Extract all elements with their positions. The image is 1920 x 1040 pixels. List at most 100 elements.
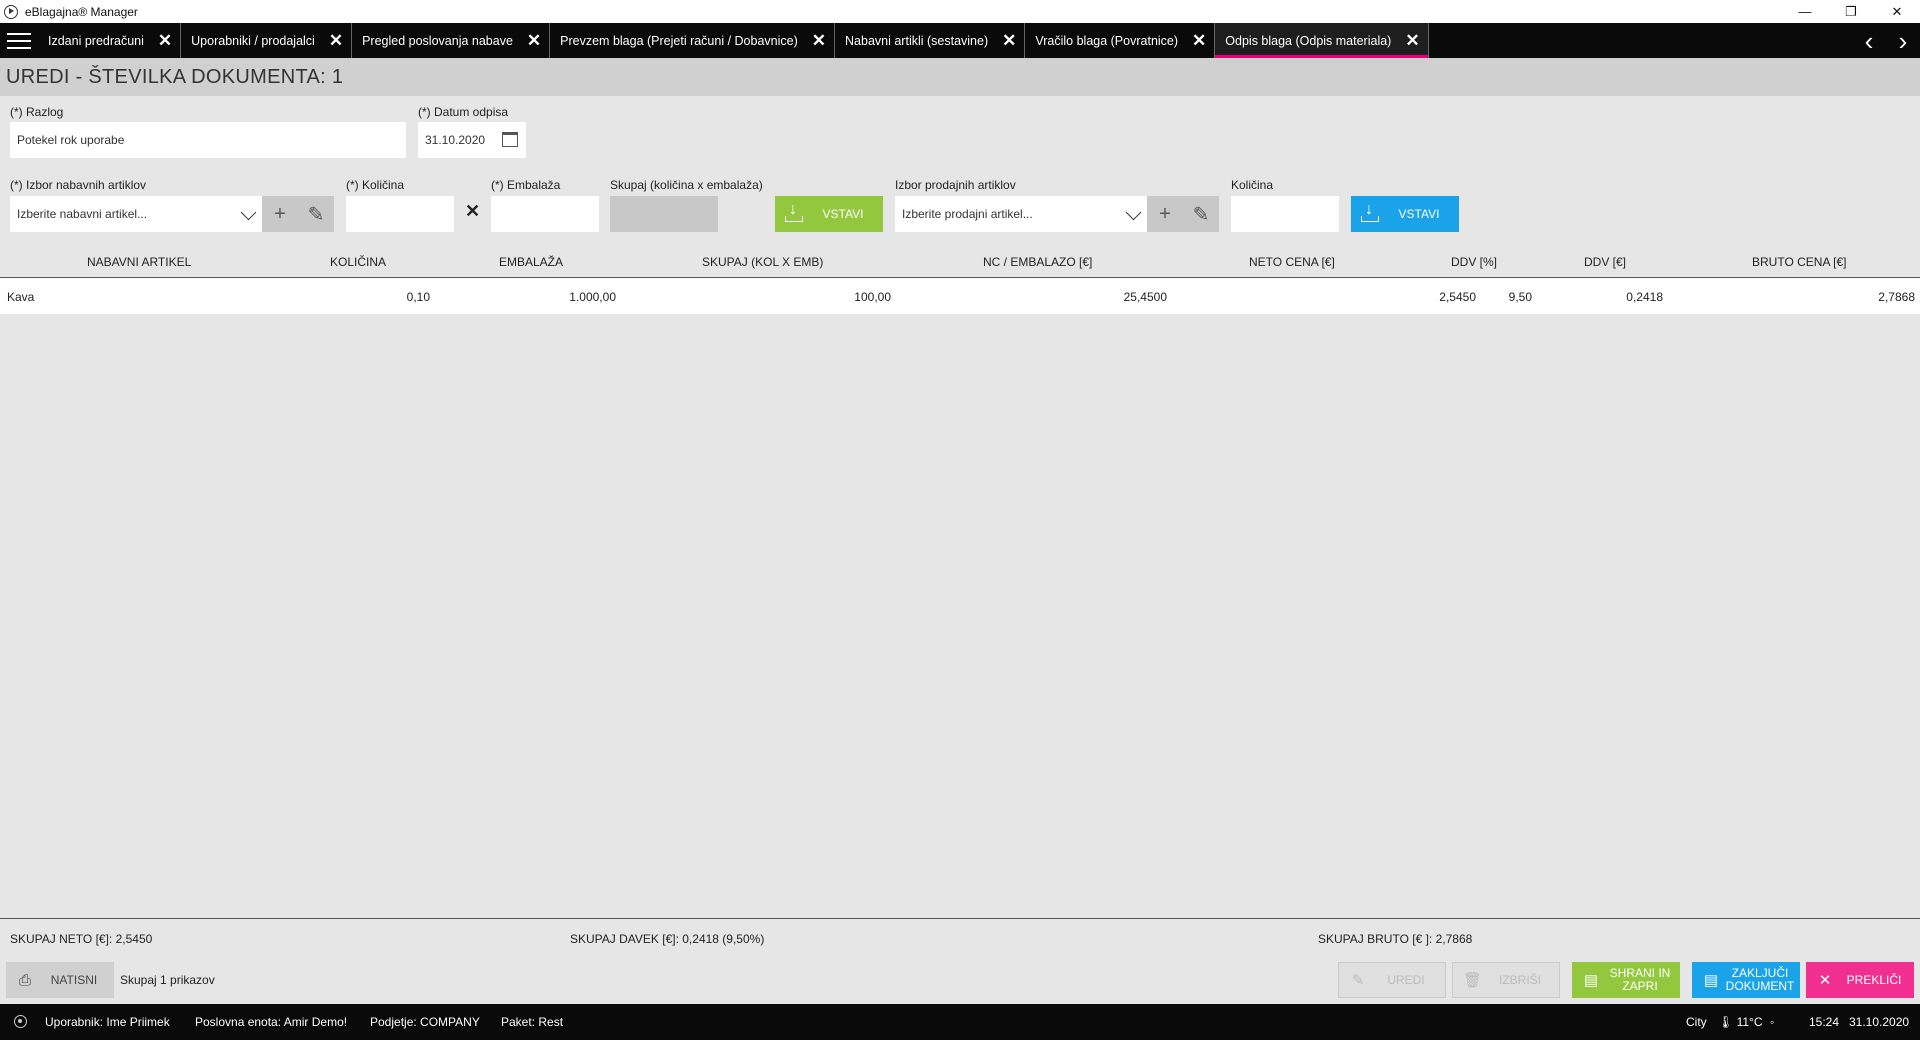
thermometer-icon: 🌡 11°C [1718, 1015, 1763, 1029]
action-bar: ⎙ NATISNI Skupaj 1 prikazov ✎ UREDI 🗑 IZ… [0, 960, 1920, 1002]
kolicina2-label: Količina [1231, 178, 1274, 192]
close-window-button[interactable]: ✕ [1874, 0, 1920, 23]
prodajni-label: Izbor prodajnih artiklov [895, 178, 1016, 192]
status-company: Podjetje: COMPANY [370, 1015, 480, 1029]
column-header[interactable]: NETO CENA [€] [1249, 255, 1335, 269]
close-icon[interactable]: ✕ [1002, 32, 1016, 49]
close-icon[interactable]: ✕ [812, 32, 826, 49]
cell-ddv: 0,2418 [1626, 290, 1663, 304]
shrani-in-zapri-button[interactable]: ▤ SHRANI IN ZAPRI [1572, 962, 1680, 998]
kolicina-input[interactable] [346, 196, 454, 232]
razlog-label: (*) Razlog [10, 105, 64, 119]
printer-icon: ⎙ [18, 971, 31, 989]
datum-input[interactable]: 31.10.2020 [418, 122, 526, 158]
cell-artikel: Kava [7, 290, 35, 304]
pencil-icon[interactable]: ✎ [298, 196, 334, 232]
column-header[interactable]: DDV [%] [1451, 255, 1497, 269]
cell-neto: 2,5450 [1439, 290, 1476, 304]
cell-embalaza: 1.000,00 [569, 290, 616, 304]
cell-bruto: 2,7868 [1878, 290, 1915, 304]
status-unit: Poslovna enota: Amir Demo! [195, 1015, 348, 1029]
natisni-button[interactable]: ⎙ NATISNI [6, 962, 114, 998]
cell-nc: 25,4500 [1123, 290, 1167, 304]
cell-ddv-pct: 9,50 [1508, 290, 1532, 304]
page-title: UREDI - ŠTEVILKA DOKUMENTA: 1 [6, 65, 344, 88]
close-icon[interactable]: ✕ [1405, 32, 1419, 49]
calendar-icon[interactable] [502, 132, 518, 147]
datum-label: (*) Datum odpisa [418, 105, 509, 119]
window-title: eBlagajna® Manager [25, 4, 138, 19]
close-icon[interactable]: ✕ [527, 32, 541, 49]
settings-icon[interactable] [14, 1015, 27, 1028]
razlog-input[interactable]: Potekel rok uporabe [10, 122, 406, 158]
cell-skupaj: 100,00 [854, 290, 891, 304]
window-title-bar: eBlagajna® Manager — ❐ ✕ [0, 0, 1920, 23]
summary-davek: SKUPAJ DAVEK [€]: 0,2418 (9,50%) [570, 932, 765, 946]
vstavi-prodajni-button[interactable]: VSTAVI [1351, 196, 1459, 232]
kolicina2-input[interactable] [1231, 196, 1339, 232]
status-city: City [1686, 1015, 1707, 1029]
nabavni-actions: + ✎ [262, 196, 334, 232]
close-icon[interactable]: ✕ [1192, 32, 1206, 49]
status-user: Uporabnik: Ime Priimek [45, 1015, 170, 1029]
restore-button[interactable]: ❐ [1828, 0, 1874, 23]
pencil-icon: ✎ [1351, 972, 1365, 989]
nabavni-artikel-select[interactable]: Izberite nabavni artikel... [10, 196, 262, 232]
column-header[interactable]: KOLIČINA [330, 255, 386, 269]
tab-pregled-poslovanja[interactable]: Pregled poslovanja nabave ✕ [352, 23, 551, 58]
status-package: Paket: Rest [501, 1015, 564, 1029]
prodajni-actions: + ✎ [1147, 196, 1219, 232]
add-icon[interactable]: + [1147, 196, 1183, 232]
chevron-right-icon[interactable]: › [1886, 23, 1920, 58]
skupaj-label: Skupaj (količina x embalaža) [610, 178, 763, 192]
tab-uporabniki[interactable]: Uporabniki / prodajalci ✕ [181, 23, 353, 58]
tab-odpis-blaga[interactable]: Odpis blaga (Odpis materiala) ✕ [1215, 23, 1429, 58]
close-icon[interactable]: ✕ [329, 32, 343, 49]
uredi-button[interactable]: ✎ UREDI [1338, 962, 1446, 998]
weather-icon: ◦ [1770, 1015, 1775, 1029]
nabavni-label: (*) Izbor nabavnih artiklov [10, 178, 147, 192]
summary-bruto: SKUPAJ BRUTO [€ ]: 2,7868 [1318, 932, 1473, 946]
izbrisi-button[interactable]: 🗑 IZBRIŠI [1452, 962, 1560, 998]
summary-bar: SKUPAJ NETO [€]: 2,5450 SKUPAJ DAVEK [€]… [0, 918, 1920, 958]
tab-izdani-predracuni[interactable]: Izdani predračuni ✕ [38, 23, 182, 58]
close-icon[interactable]: ✕ [158, 32, 172, 49]
column-header[interactable]: DDV [€] [1584, 255, 1626, 269]
tab-navigation: ‹ › [1852, 23, 1920, 58]
table-row[interactable]: Kava 0,10 1.000,00 100,00 25,4500 2,5450… [0, 278, 1920, 314]
app-logo-icon [4, 4, 18, 19]
save-icon: ▤ [1703, 972, 1719, 989]
chevron-down-icon [240, 204, 257, 221]
column-header[interactable]: NABAVNI ARTIKEL [87, 255, 191, 269]
window-controls: — ❐ ✕ [1782, 0, 1920, 23]
column-header[interactable]: SKUPAJ (KOL X EMB) [702, 255, 823, 269]
prodajni-artikel-select[interactable]: Izberite prodajni artikel... [895, 196, 1147, 232]
tab-nabavni-artikli[interactable]: Nabavni artikli (sestavine) ✕ [835, 23, 1026, 58]
record-count: Skupaj 1 prikazov [120, 973, 215, 987]
pencil-icon[interactable]: ✎ [1183, 196, 1219, 232]
column-header[interactable]: NC / EMBALAZO [€] [983, 255, 1092, 269]
status-bar: Uporabnik: Ime Priimek Poslovna enota: A… [0, 1004, 1920, 1040]
status-date: 31.10.2020 [1849, 1015, 1910, 1029]
embalaza-label: (*) Embalaža [491, 178, 561, 192]
embalaza-input[interactable] [491, 196, 599, 232]
zakljuci-dokument-button[interactable]: ▤ ZAKLJUČI DOKUMENT [1692, 962, 1800, 998]
kolicina-label: (*) Količina [346, 178, 405, 192]
vstavi-nabavni-button[interactable]: VSTAVI [775, 196, 883, 232]
hamburger-menu-icon[interactable] [0, 23, 38, 58]
tab-bar: Izdani predračuni ✕ Uporabniki / prodajal… [0, 23, 1920, 58]
tab-prevzem-blaga[interactable]: Prevzem blaga (Prejeti računi / Dobavnic… [550, 23, 836, 58]
download-icon [785, 201, 803, 223]
table-header: NABAVNI ARTIKEL KOLIČINA EMBALAŽA SKUPAJ… [0, 246, 1920, 278]
minimize-button[interactable]: — [1782, 0, 1828, 23]
add-icon[interactable]: + [262, 196, 298, 232]
chevron-left-icon[interactable]: ‹ [1852, 23, 1886, 58]
save-icon: ▤ [1583, 972, 1599, 989]
preklici-button[interactable]: ✕ PREKLIČI [1806, 962, 1914, 998]
close-icon: ✕ [1818, 972, 1832, 989]
tab-vracilo-blaga[interactable]: Vračilo blaga (Povratnice) ✕ [1025, 23, 1216, 58]
download-icon [1361, 201, 1379, 223]
page-header: UREDI - ŠTEVILKA DOKUMENTA: 1 [0, 58, 1920, 96]
column-header[interactable]: EMBALAŽA [499, 255, 563, 269]
column-header[interactable]: BRUTO CENA [€] [1752, 255, 1846, 269]
